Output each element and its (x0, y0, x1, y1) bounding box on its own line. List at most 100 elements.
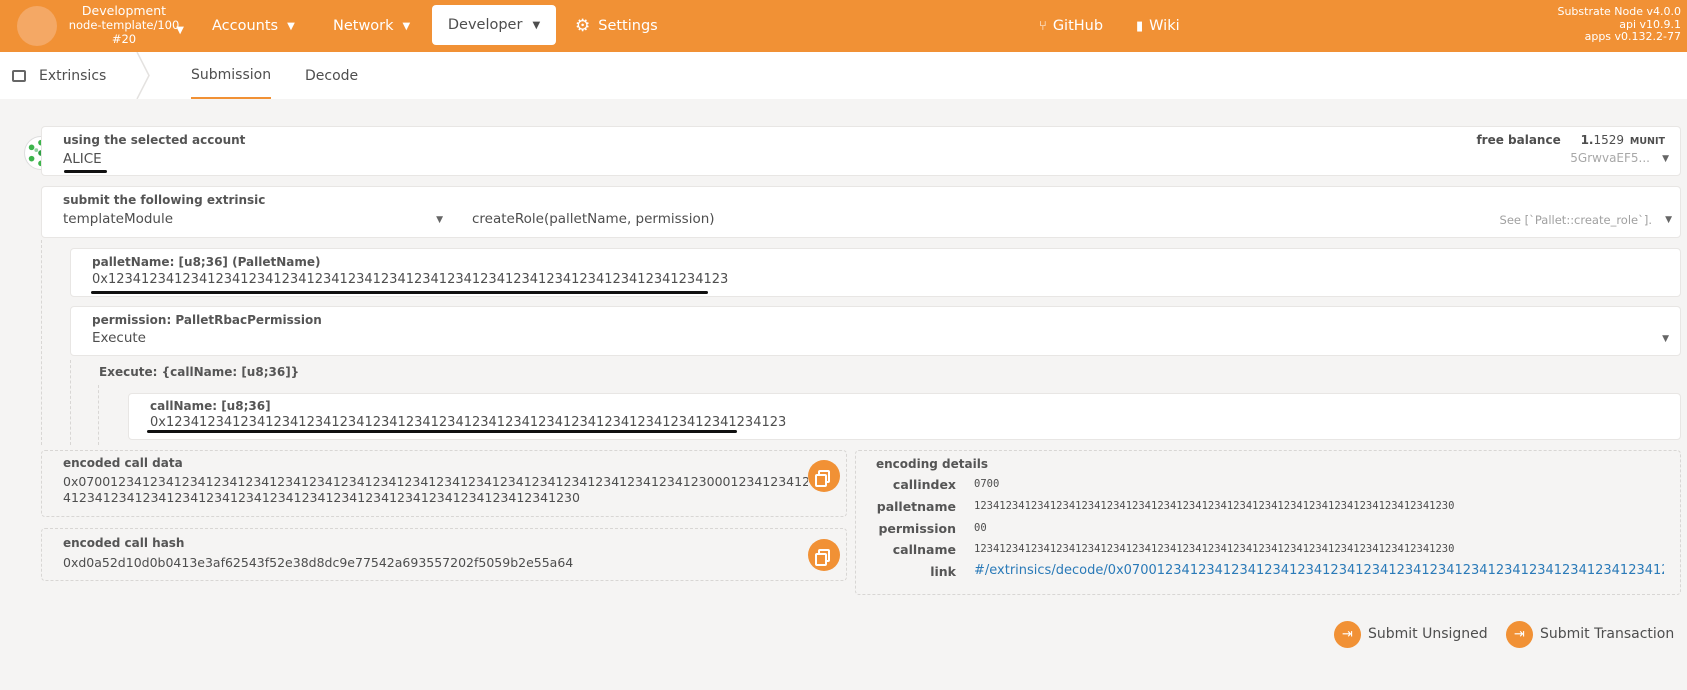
encoded-call-hash: encoded call hash 0xd0a52d10d0b0413e3af6… (41, 528, 847, 581)
call-data-line: 4123412341234123412341234123412341234123… (63, 490, 580, 505)
balance-dec: 1529 (1593, 133, 1625, 147)
node-version: Substrate Node v4.0.0 (1557, 5, 1681, 18)
copy-icon (815, 548, 830, 566)
detail-key: permission (878, 521, 956, 536)
breadcrumb-divider (136, 52, 150, 99)
callname-border (98, 385, 99, 445)
copy-icon (815, 469, 830, 487)
annotation-underline (91, 291, 708, 294)
section-extrinsics: Extrinsics (12, 52, 106, 99)
method-value: createRole(palletName, permission) (472, 211, 715, 227)
account-label: using the selected account (63, 133, 246, 147)
module-value: templateModule (63, 211, 174, 227)
copy-call-data-button[interactable] (808, 460, 840, 492)
call-hash-value: 0xd0a52d10d0b0413e3af62543f52e38d8dc9e77… (63, 555, 574, 570)
call-hash-label: encoded call hash (63, 536, 185, 550)
call-data-line: 0x07001234123412341234123412341234123412… (63, 474, 808, 489)
param-call-name[interactable]: callName: [u8;36] 0x12341234123412341234… (128, 393, 1681, 440)
nav-network[interactable]: Network ▼ (333, 0, 410, 52)
copy-call-hash-button[interactable] (808, 539, 840, 571)
chain-selector[interactable]: Development node-template/100 #20 ▼ (64, 3, 184, 47)
chevron-down-icon: ▼ (402, 20, 411, 32)
chevron-down-icon: ▼ (532, 19, 541, 31)
module-dropdown[interactable]: templateModule ▼ (63, 207, 443, 235)
gear-icon: ⚙ (575, 16, 591, 36)
annotation-underline (147, 430, 737, 433)
nav-accounts-label: Accounts (212, 18, 279, 34)
tab-decode[interactable]: Decode (305, 52, 358, 99)
chain-name: Development (81, 3, 167, 18)
nav-accounts[interactable]: Accounts ▼ (212, 0, 295, 52)
param-permission[interactable]: permission: PalletRbacPermission Execute… (70, 306, 1681, 356)
call-data-label: encoded call data (63, 456, 183, 470)
account-name: ALICE (63, 151, 102, 167)
chevron-down-icon: ▼ (287, 20, 295, 32)
call-data-value: 0x07001234123412341234123412341234123412… (63, 474, 808, 506)
nav-developer[interactable]: Developer ▼ (432, 5, 556, 45)
sign-in-icon: ⇥ (1506, 620, 1533, 648)
detail-key: palletname (876, 499, 956, 514)
sub-nav: Extrinsics Submission Decode (0, 52, 1687, 99)
chevron-down-icon: ▼ (1662, 154, 1669, 164)
method-doc: See [`Pallet::create_role`]. (1499, 213, 1652, 227)
palletname-value: 1234123412341234123412341234123412341234… (974, 500, 1455, 512)
section-title: Extrinsics (39, 67, 107, 84)
tab-decode-label: Decode (305, 67, 359, 84)
chevron-down-icon: ▼ (176, 25, 184, 36)
balance-int: 1. (1580, 133, 1594, 147)
pallet-name-input[interactable]: 0x12341234123412341234123412341234123412… (92, 272, 728, 287)
permission-label: permission: PalletRbacPermission (92, 313, 322, 327)
pallet-name-label: palletName: [u8;36] (PalletName) (92, 255, 321, 269)
submit-unsigned-label: Submit Unsigned (1368, 626, 1488, 642)
top-bar: Development node-template/100 #20 ▼ Acco… (0, 0, 1687, 52)
chain-logo[interactable] (17, 6, 57, 46)
chevron-down-icon: ▼ (436, 215, 443, 225)
chevron-down-icon: ▼ (1662, 334, 1669, 344)
decode-link[interactable]: #/extrinsics/decode/0x070012341234123412… (974, 563, 1664, 578)
params-border (41, 240, 42, 445)
tab-submission[interactable]: Submission (191, 52, 272, 99)
book-icon: ▮ (1136, 18, 1144, 34)
free-balance: free balance 1.1529 MUNIT (1476, 133, 1665, 147)
submit-transaction-label: Submit Transaction (1540, 626, 1675, 642)
nav-github-label: GitHub (1052, 18, 1104, 34)
execute-label: Execute: {callName: [u8;36]} (99, 365, 300, 379)
chain-runtime: node-template/100 (68, 18, 180, 32)
extrinsic-selector: submit the following extrinsic templateM… (41, 186, 1681, 238)
execute-border (70, 360, 71, 445)
nav-network-label: Network (333, 18, 394, 34)
detail-key: link (930, 564, 956, 579)
nav-settings-label: Settings (598, 18, 658, 34)
nav-wiki[interactable]: ▮ Wiki (1136, 0, 1180, 52)
permission-hex-value: 00 (974, 522, 987, 534)
call-name-input[interactable]: 0x12341234123412341234123412341234123412… (150, 415, 786, 430)
account-selector[interactable]: using the selected account ALICE free ba… (41, 126, 1681, 176)
param-pallet-name[interactable]: palletName: [u8;36] (PalletName) 0x12341… (70, 248, 1681, 297)
submit-transaction-button[interactable]: ⇥ Submit Transaction (1506, 619, 1674, 649)
detail-key: callname (892, 542, 956, 557)
extrinsic-label: submit the following extrinsic (63, 193, 266, 207)
encoded-call-data: encoded call data 0x07001234123412341234… (41, 450, 847, 517)
apps-version: apps v0.132.2-77 (1584, 30, 1681, 43)
callindex-value: 0700 (974, 478, 1000, 490)
detail-key: callindex (892, 477, 956, 492)
chain-block: #20 (111, 32, 137, 46)
nav-wiki-label: Wiki (1149, 18, 1180, 34)
method-dropdown[interactable]: createRole(palletName, permission) See [… (472, 207, 1672, 235)
annotation-underline (64, 170, 107, 173)
account-address: 5GrwvaEF5... (1570, 151, 1650, 165)
nav-settings[interactable]: ⚙ Settings (575, 0, 658, 52)
tab-submission-label: Submission (191, 66, 272, 83)
call-name-label: callName: [u8;36] (150, 399, 271, 413)
version-info: Substrate Node v4.0.0 api v10.9.1 apps v… (1557, 5, 1681, 44)
submit-unsigned-button[interactable]: ⇥ Submit Unsigned (1334, 619, 1488, 649)
branch-icon: ⑂ (1039, 18, 1047, 34)
free-balance-label: free balance (1476, 133, 1561, 147)
balance-unit: MUNIT (1629, 136, 1665, 147)
encoding-details: encoding details callindex 0700 palletna… (855, 450, 1681, 595)
encoding-details-title: encoding details (876, 457, 988, 471)
callname-value: 1234123412341234123412341234123412341234… (974, 543, 1455, 555)
chevron-down-icon: ▼ (1665, 215, 1672, 225)
permission-value: Execute (92, 330, 146, 346)
nav-github[interactable]: ⑂ GitHub (1039, 0, 1103, 52)
